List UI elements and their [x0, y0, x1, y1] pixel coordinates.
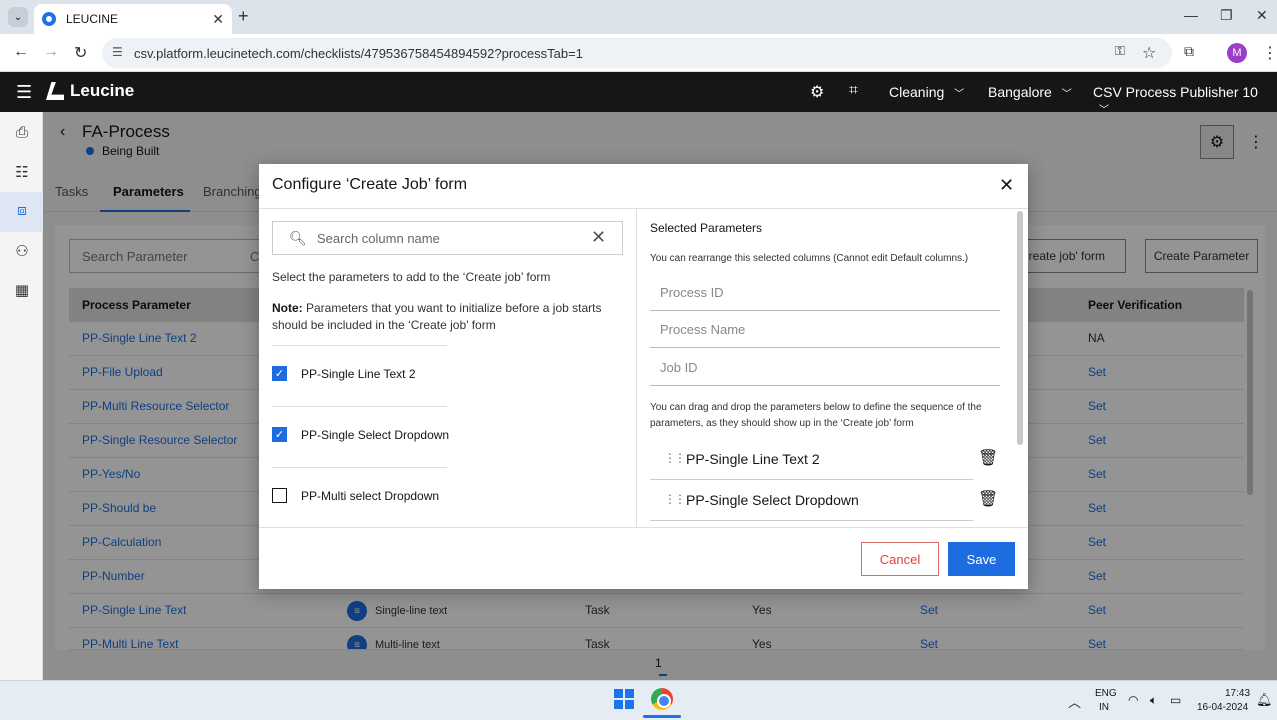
browser-tab[interactable]: LEUCINE ✕	[34, 4, 232, 34]
tab-search-icon[interactable]: ⌄	[8, 7, 28, 27]
column-search-placeholder: Search column name	[317, 230, 440, 246]
lang-secondary[interactable]: IN	[1099, 702, 1109, 713]
modal-footer-divider	[259, 527, 1028, 528]
clock-time[interactable]: 17:43	[1225, 688, 1250, 699]
selected-parameter-row[interactable]: ⋮⋮ PP-Single Select Dropdown 🗑︎	[650, 481, 998, 521]
user-name: CSV Process Publisher 10	[1093, 84, 1258, 100]
search-icon: 🔍︎	[289, 230, 307, 246]
drag-hint: You can drag and drop the parameters bel…	[650, 402, 982, 429]
browser-toolbar: ← → ↻ ☰ csv.platform.leucinetech.com/che…	[0, 34, 1277, 72]
note-text: Parameters that you want to initialize b…	[272, 301, 602, 332]
settings-gear-icon[interactable]: ⚙	[810, 82, 824, 102]
close-icon[interactable]: ✕	[999, 175, 1014, 196]
option-divider	[272, 345, 447, 346]
site-selector[interactable]: Bangalore ﹀	[988, 84, 1072, 100]
battery-icon[interactable]: ▭	[1170, 693, 1181, 707]
default-field-process-id: Process ID	[650, 274, 1000, 311]
back-icon[interactable]: ←	[13, 43, 29, 61]
drag-handle-icon[interactable]: ⋮⋮	[664, 492, 686, 506]
checkbox-unchecked[interactable]	[272, 488, 287, 503]
left-nav-rail: ⎙ ☷ ⧈ ⚇ ▦	[0, 112, 43, 680]
reports-icon[interactable]: ▦	[12, 281, 32, 301]
wifi-icon[interactable]: ◠	[1128, 693, 1138, 707]
option-row[interactable]: ✓ PP-Single Select Dropdown	[272, 427, 449, 442]
process-flow-icon[interactable]: ⧈	[12, 202, 32, 222]
address-bar[interactable]: ☰ csv.platform.leucinetech.com/checklist…	[102, 38, 1172, 68]
restore-icon[interactable]: ❐	[1220, 7, 1233, 24]
facility-label: Cleaning	[889, 84, 945, 100]
facility-selector[interactable]: Cleaning ﹀	[889, 84, 964, 100]
notification-bell-icon[interactable]: 🔔︎	[1256, 692, 1273, 708]
modal-title: Configure ‘Create Job’ form	[272, 176, 468, 193]
option-row[interactable]: PP-Multi select Dropdown	[272, 488, 439, 503]
option-divider	[272, 406, 447, 407]
inbox-icon[interactable]: ⎙	[12, 124, 32, 144]
selected-parameter-label: PP-Single Line Text 2	[686, 451, 820, 467]
default-field-job-id: Job ID	[650, 349, 1000, 386]
volume-icon[interactable]: 🔈︎	[1150, 693, 1157, 708]
column-search-input[interactable]: 🔍︎ Search column name ✕	[272, 221, 623, 255]
delete-icon[interactable]: 🗑︎	[978, 448, 998, 468]
scan-icon[interactable]: ⌗	[849, 82, 858, 100]
configure-create-job-modal: Configure ‘Create Job’ form ✕ 🔍︎ Search …	[259, 164, 1028, 589]
bookmark-star-icon[interactable]: ☆	[1142, 43, 1156, 63]
clear-search-icon[interactable]: ✕	[591, 227, 606, 248]
delete-icon[interactable]: 🗑︎	[978, 489, 998, 509]
browser-menu-icon[interactable]: ⋮	[1262, 43, 1277, 63]
save-button[interactable]: Save	[948, 542, 1015, 576]
windows-taskbar	[0, 680, 1277, 720]
leucine-favicon-icon	[42, 12, 56, 26]
browser-tab-title: LEUCINE	[66, 12, 119, 26]
default-field-process-name: Process Name	[650, 311, 1000, 348]
profile-avatar[interactable]: M	[1227, 43, 1247, 63]
hamburger-menu-icon[interactable]: ☰	[16, 82, 32, 103]
site-label: Bangalore	[988, 84, 1052, 100]
option-label: PP-Single Line Text 2	[301, 366, 416, 381]
extensions-icon[interactable]: ⧉	[1184, 43, 1194, 60]
browser-tabstrip: ⌄ LEUCINE ✕ + — ❐ ✕	[0, 0, 1277, 34]
option-label: PP-Multi select Dropdown	[301, 488, 440, 503]
app-header: ☰ Leucine ⚙ ⌗ Cleaning ﹀ Bangalore ﹀ CSV…	[0, 72, 1277, 116]
ontology-icon[interactable]: ⚇	[12, 242, 32, 262]
new-tab-icon[interactable]: +	[238, 6, 249, 27]
selected-parameters-title: Selected Parameters	[650, 221, 763, 235]
checkbox-checked[interactable]: ✓	[272, 366, 287, 381]
lang-primary[interactable]: ENG	[1095, 688, 1117, 699]
drag-handle-icon[interactable]: ⋮⋮	[664, 451, 686, 465]
reload-icon[interactable]: ↻	[74, 43, 87, 63]
brand-name: Leucine	[70, 81, 135, 100]
note-label: Note:	[272, 301, 303, 315]
taskbar-active-indicator	[643, 715, 681, 718]
chevron-down-icon: ﹀	[954, 89, 965, 100]
modal-scrollbar[interactable]	[1017, 211, 1023, 445]
chrome-icon[interactable]	[651, 688, 673, 710]
checkbox-checked[interactable]: ✓	[272, 427, 287, 442]
minimize-icon[interactable]: —	[1184, 7, 1198, 23]
chevron-down-icon: ﹀	[1061, 89, 1072, 100]
password-key-icon[interactable]: ⚿	[1115, 43, 1125, 59]
option-label: PP-Single Select Dropdown	[301, 427, 450, 442]
option-row[interactable]: ✓ PP-Single Line Text 2	[272, 366, 416, 381]
modal-note: Note: Parameters that you want to initia…	[272, 300, 622, 334]
tray-chevron-up-icon[interactable]: ︿	[1068, 692, 1081, 711]
modal-description: Select the parameters to add to the ‘Cre…	[272, 270, 551, 284]
checklist-icon[interactable]: ☷	[12, 163, 32, 183]
option-divider	[272, 467, 447, 468]
modal-column-divider	[636, 209, 637, 527]
url-text: csv.platform.leucinetech.com/checklists/…	[134, 45, 583, 61]
leucine-logo-icon	[46, 82, 64, 100]
selected-parameter-row[interactable]: ⋮⋮ PP-Single Line Text 2 🗑︎	[650, 440, 998, 480]
brand-logo[interactable]: Leucine	[46, 81, 134, 101]
selected-parameter-label: PP-Single Select Dropdown	[686, 492, 859, 508]
modal-header-divider	[259, 208, 1028, 209]
windows-start-icon[interactable]	[614, 689, 634, 709]
clock-date[interactable]: 16-04-2024	[1197, 702, 1248, 713]
close-tab-icon[interactable]: ✕	[212, 11, 224, 28]
site-info-icon[interactable]: ☰	[112, 45, 123, 59]
selected-parameters-subtitle: You can rearrange this selected columns …	[650, 253, 969, 264]
close-window-icon[interactable]: ✕	[1256, 7, 1268, 24]
forward-icon[interactable]: →	[43, 43, 59, 61]
cancel-button[interactable]: Cancel	[861, 542, 939, 576]
